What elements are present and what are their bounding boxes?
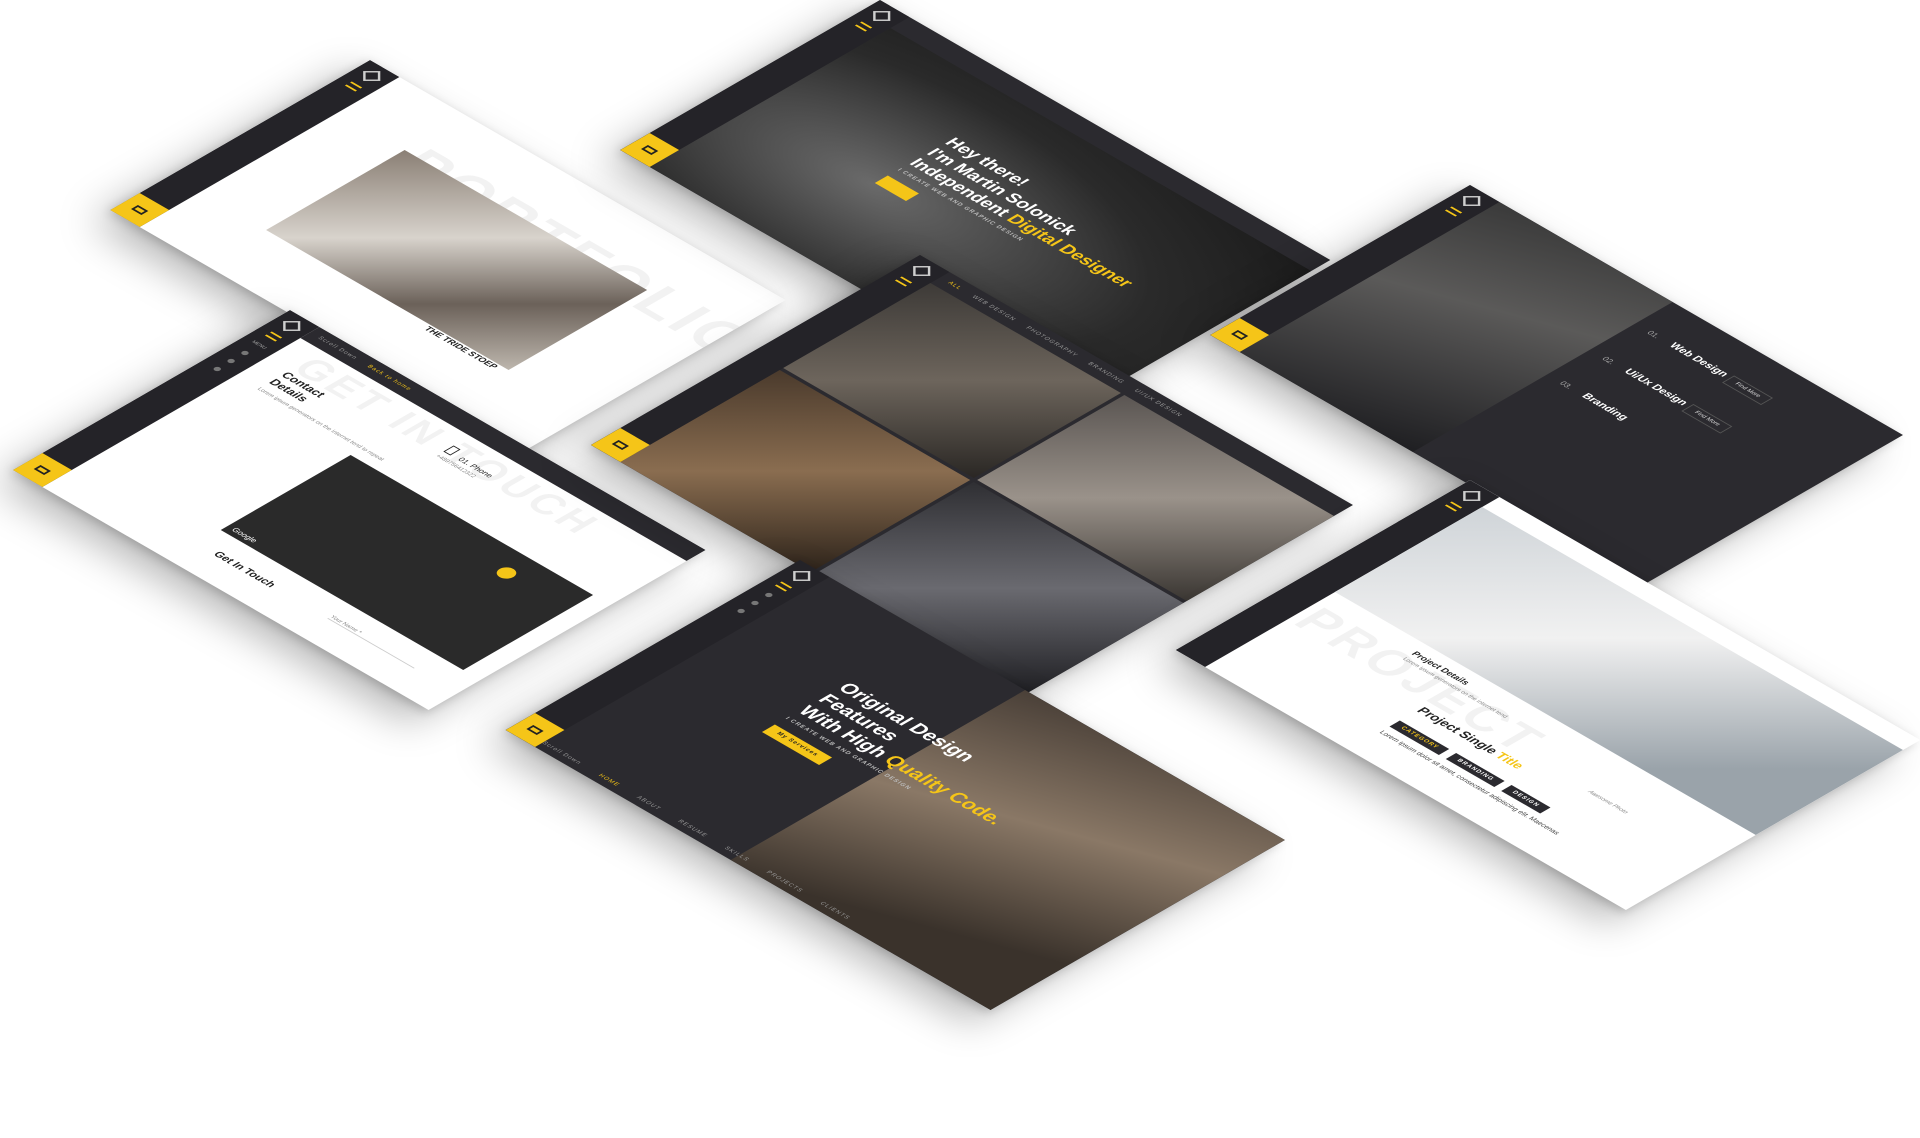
nav-item[interactable]: RESUME [676, 819, 709, 838]
service-title: Branding [1578, 391, 1631, 422]
menu-label: MENU [249, 339, 268, 351]
service-title: Web Design [1666, 341, 1731, 379]
nav-item[interactable]: ABOUT [635, 796, 662, 812]
menu-icon[interactable] [854, 21, 873, 32]
service-title: Ui/Ux Design [1621, 367, 1691, 408]
logo-icon [873, 11, 891, 21]
twitter-icon[interactable] [212, 366, 223, 372]
logo-icon [1463, 196, 1481, 206]
screen-hero-bottom: Original Design Features With High Quali… [505, 560, 1285, 1010]
screen-project: PROJECT Project Details Lorem ipsum gene… [1175, 480, 1920, 910]
services-list: 01. Web Design Find More 02. Ui/Ux Desig… [1555, 325, 1860, 501]
menu-icon[interactable] [264, 331, 283, 342]
service-num: 02. [1599, 355, 1618, 366]
menu-icon[interactable] [1444, 206, 1463, 217]
menu-icon[interactable] [344, 81, 363, 92]
scroll-down-label[interactable]: Scroll Down [540, 741, 582, 766]
box-icon [611, 440, 630, 450]
twitter-icon[interactable] [735, 608, 747, 614]
logo-icon [1463, 491, 1481, 501]
box-icon [640, 145, 659, 155]
service-button[interactable]: Find More [1721, 375, 1773, 405]
instagram-icon[interactable] [749, 600, 761, 606]
logo-icon [793, 571, 811, 581]
box-icon [130, 205, 149, 215]
menu-icon[interactable] [894, 276, 913, 287]
service-button[interactable]: Find More [1681, 403, 1733, 434]
facebook-icon[interactable] [239, 350, 251, 356]
nav-item[interactable]: HOME [597, 774, 621, 788]
logo-icon [363, 71, 381, 81]
box-icon [33, 465, 51, 475]
service-num: 01. [1644, 329, 1663, 340]
instagram-icon[interactable] [225, 358, 237, 364]
logo-icon [283, 321, 301, 331]
service-num: 03. [1557, 380, 1575, 391]
photo-caption: Awesome Photo [1586, 790, 1629, 815]
logo-icon [913, 266, 931, 276]
box-icon [1230, 330, 1249, 340]
menu-icon[interactable] [1444, 501, 1463, 512]
facebook-icon[interactable] [763, 592, 775, 598]
map-pin-icon[interactable] [492, 565, 521, 581]
map-label: Google [229, 526, 260, 544]
menu-icon[interactable] [774, 581, 793, 592]
box-icon [526, 725, 544, 735]
nav-item[interactable]: ALL [946, 281, 963, 291]
